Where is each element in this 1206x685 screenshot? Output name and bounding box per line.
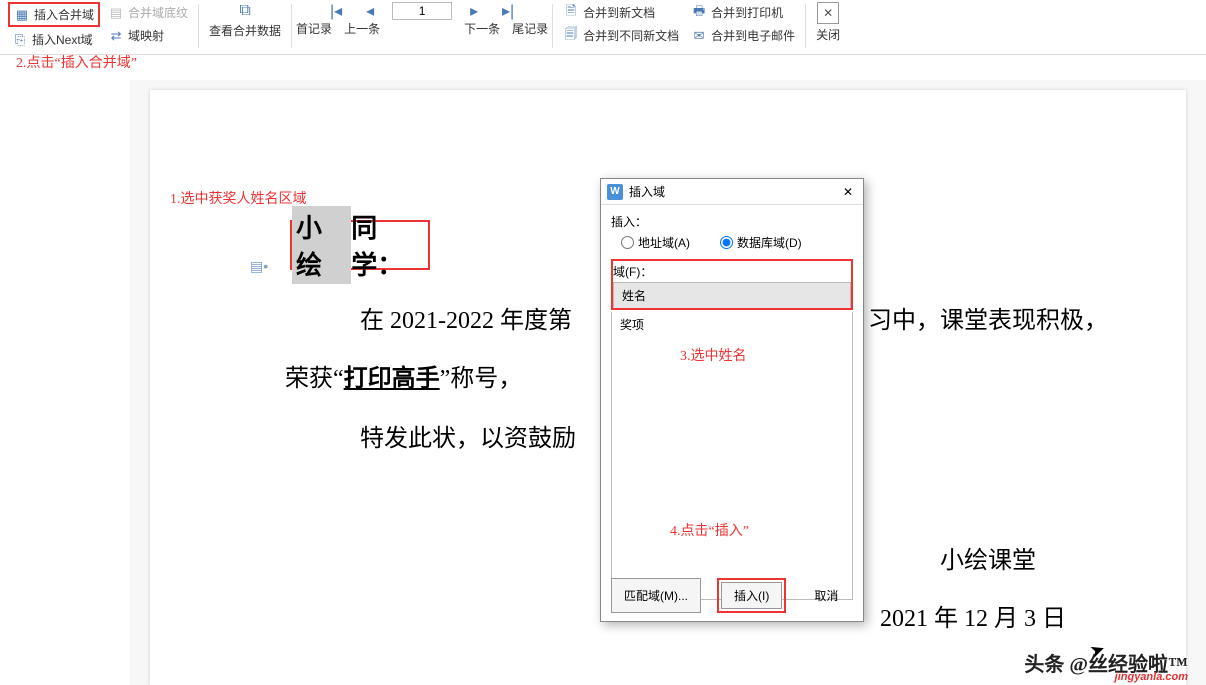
doc-icon: 🗎 xyxy=(563,5,579,21)
view-merge-data-button[interactable]: ⧉ 查看合并数据 xyxy=(203,2,287,50)
dialog-titlebar[interactable]: W 插入域 ✕ xyxy=(601,179,863,205)
field-list-label: 域(F)： xyxy=(613,261,851,282)
next-field-icon: ⎘ xyxy=(12,32,28,48)
prev-record-icon[interactable]: ◂ xyxy=(358,2,382,20)
annotation-4: 4.点击“插入” xyxy=(670,520,749,540)
close-button[interactable]: ✕ 关闭 xyxy=(810,2,846,50)
first-record-icon[interactable]: |◂ xyxy=(324,2,348,20)
radio-address[interactable]: 地址域(A) xyxy=(621,234,690,251)
watermark-sub: jingyanla.com xyxy=(1115,671,1188,683)
merge-new-doc-button[interactable]: 🗎 合并到新文档 xyxy=(559,2,683,23)
close-icon: ✕ xyxy=(817,2,839,24)
insert-next-field-button[interactable]: ⎘ 插入Next域 xyxy=(8,29,100,50)
merge-email-button[interactable]: ✉ 合并到电子邮件 xyxy=(687,25,799,46)
merge-field-shading-label: 合并域底纹 xyxy=(128,4,188,21)
radio-address-input[interactable] xyxy=(621,236,634,249)
docs-icon: 🗐 xyxy=(563,28,579,44)
field-mapping-button[interactable]: ⇄ 域映射 xyxy=(104,25,192,46)
field-item-award[interactable]: 奖项 xyxy=(612,312,852,337)
annotation-2: 2.点击“插入合并域” xyxy=(16,52,137,72)
doc-line2: 荣获“打印高手”称号， xyxy=(285,358,522,393)
award-name: 打印高手 xyxy=(344,366,440,392)
printer-icon: 🖶 xyxy=(691,5,707,21)
name-selection-box: 小绘 同学： xyxy=(290,220,430,270)
last-record-icon[interactable]: ▸| xyxy=(496,2,520,20)
doc-line3: 特发此状，以资鼓励 xyxy=(360,418,576,453)
shading-icon: ▤ xyxy=(108,5,124,21)
doc-line1-pre: 在 2021-2022 年度第 xyxy=(360,300,572,335)
insert-button-highlight: 插入(I) xyxy=(717,578,786,613)
doc-footer1: 小绘课堂 xyxy=(940,540,1036,575)
email-icon: ✉ xyxy=(691,28,707,44)
prev-record-label: 上一条 xyxy=(344,20,380,37)
next-record-label: 下一条 xyxy=(464,20,500,37)
merge-field-shading-button: ▤ 合并域底纹 xyxy=(104,2,192,23)
radio-database[interactable]: 数据库域(D) xyxy=(720,234,802,251)
insert-merge-field-label: 插入合并域 xyxy=(34,6,94,23)
insert-field-dialog: W 插入域 ✕ 插入： 地址域(A) 数据库域(D) 域(F)： 姓名 奖项 匹… xyxy=(600,178,864,622)
doc-line1-post: 习中，课堂表现积极， xyxy=(868,300,1108,335)
field-icon: ▦ xyxy=(14,7,30,23)
match-field-button[interactable]: 匹配域(M)... xyxy=(611,578,701,613)
first-record-label: 首记录 xyxy=(296,20,332,37)
dialog-title-text: 插入域 xyxy=(629,183,665,200)
name-suffix: 同学： xyxy=(351,208,428,282)
doc-footer2: 2021 年 12 月 3 日 xyxy=(880,598,1066,633)
insert-button[interactable]: 插入(I) xyxy=(721,582,782,609)
field-item-name[interactable]: 姓名 xyxy=(613,282,851,308)
merge-printer-button[interactable]: 🖶 合并到打印机 xyxy=(687,2,799,23)
mapping-icon: ⇄ xyxy=(108,28,124,44)
wps-icon: W xyxy=(607,184,623,200)
cancel-button[interactable]: 取消 xyxy=(802,578,850,613)
last-record-label: 尾记录 xyxy=(512,20,548,37)
field-mapping-label: 域映射 xyxy=(128,27,164,44)
mail-merge-toolbar: ▦ 插入合并域 ⎘ 插入Next域 ▤ 合并域底纹 ⇄ 域映射 ⧉ 查看合并数据… xyxy=(0,0,1206,55)
selected-name-text[interactable]: 小绘 xyxy=(292,206,351,284)
dialog-close-button[interactable]: ✕ xyxy=(839,183,857,201)
abc-icon: ⧉ xyxy=(233,2,257,20)
insert-next-field-label: 插入Next域 xyxy=(32,31,93,48)
insert-merge-field-button[interactable]: ▦ 插入合并域 xyxy=(8,2,100,27)
paragraph-mark-icon: ▤• xyxy=(250,258,268,275)
record-number-input[interactable] xyxy=(392,2,452,20)
radio-database-input[interactable] xyxy=(720,236,733,249)
merge-diff-doc-button[interactable]: 🗐 合并到不同新文档 xyxy=(559,25,683,46)
annotation-3: 3.选中姓名 xyxy=(680,345,747,365)
insert-label: 插入： xyxy=(611,213,853,230)
annotation-1: 1.选中获奖人姓名区域 xyxy=(170,188,307,208)
next-record-icon[interactable]: ▸ xyxy=(462,2,486,20)
